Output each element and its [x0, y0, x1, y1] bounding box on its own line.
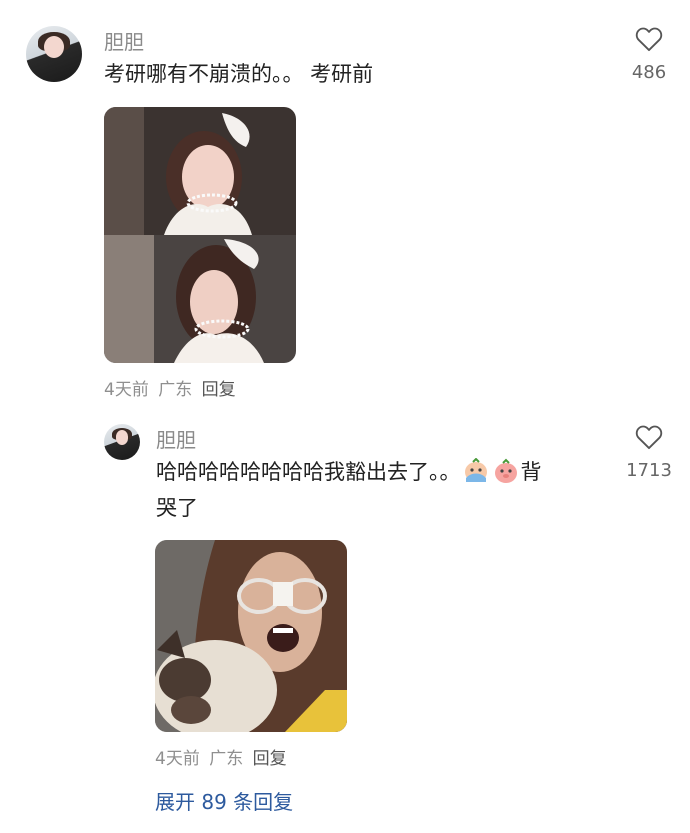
heart-icon [635, 425, 663, 450]
selfie-collage-image [104, 107, 296, 363]
reply-text: 哈哈哈哈哈哈哈哈我豁出去了。。 背 哭了 [156, 454, 616, 526]
reply-time: 4天前 [155, 749, 200, 769]
comment-meta: 4天前 广东 回复 [104, 375, 236, 400]
reply-location: 广东 [209, 749, 244, 769]
comment-text: 考研哪有不崩溃的。。 考研前 [104, 62, 374, 86]
reply-meta: 4天前 广东 回复 [155, 744, 287, 769]
like-count: 486 [631, 62, 667, 83]
reply-username[interactable]: 胆胆 [156, 424, 196, 453]
reply-avatar[interactable] [104, 424, 140, 460]
reply-like-count: 1713 [626, 460, 672, 481]
heart-icon [635, 27, 663, 52]
comment-time: 4天前 [104, 380, 149, 400]
comment-image[interactable] [104, 107, 296, 363]
expand-replies-link[interactable]: 展开 89 条回复 [155, 786, 293, 815]
crying-face-emoji [463, 457, 489, 484]
reply-text-tail: 背 [520, 460, 542, 484]
comment-username[interactable]: 胆胆 [104, 26, 144, 55]
avatar[interactable] [26, 26, 82, 82]
pig-face-emoji [493, 458, 519, 484]
reply-button[interactable]: 回复 [202, 380, 236, 400]
reply-reply-button[interactable]: 回复 [253, 749, 287, 769]
crying-selfie-image [155, 540, 347, 732]
comment-location: 广东 [158, 380, 193, 400]
reply-image[interactable] [155, 540, 347, 732]
reply-text-line1: 哈哈哈哈哈哈哈哈我豁出去了。。 [156, 460, 461, 484]
reply-text-line2: 哭了 [156, 496, 198, 520]
